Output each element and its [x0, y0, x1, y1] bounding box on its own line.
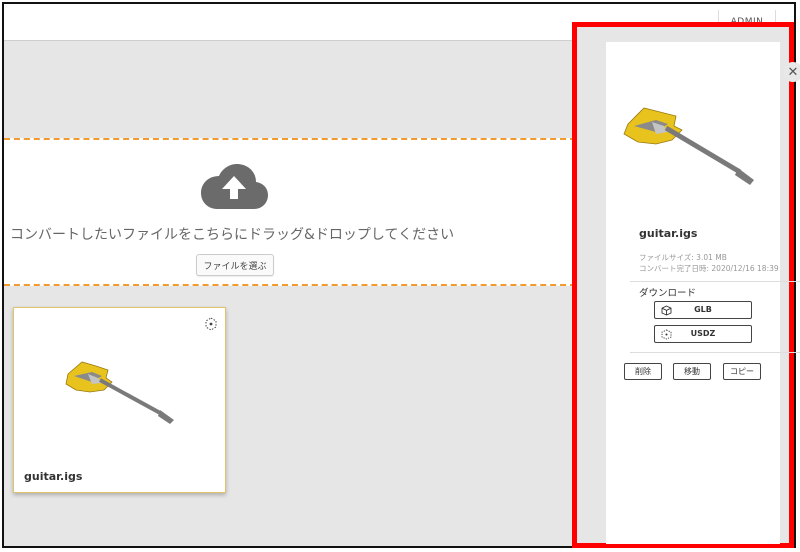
file-card[interactable]: guitar.igs — [13, 307, 226, 493]
download-usdz-label: USDZ — [690, 329, 716, 338]
download-glb-label: GLB — [694, 305, 712, 314]
detail-file-name: guitar.igs — [639, 227, 698, 240]
close-icon[interactable]: ✕ — [783, 62, 800, 82]
detail-panel-highlight: ✕ guitar.igs ファイルサイズ: 3.01 MB コンバート完了日時:… — [572, 22, 800, 548]
move-button[interactable]: 移動 — [673, 363, 711, 380]
file-drop-zone[interactable]: コンバートしたいファイルをこちらにドラッグ&ドロップしてください ファイルを選ぶ — [4, 138, 576, 286]
guitar-preview — [623, 107, 754, 185]
cloud-upload-icon — [201, 164, 268, 209]
guitar-thumbnail — [65, 361, 174, 424]
download-glb-button[interactable]: GLB — [654, 301, 752, 319]
delete-button[interactable]: 削除 — [624, 363, 662, 380]
divider — [630, 352, 800, 353]
divider — [630, 281, 800, 282]
file-size-text: ファイルサイズ: 3.01 MB — [639, 253, 727, 262]
file-card-name: guitar.igs — [24, 470, 83, 483]
converted-date-text: コンバート完了日時: 2020/12/16 18:39 — [639, 264, 779, 273]
drop-instruction: コンバートしたいファイルをこちらにドラッグ&ドロップしてください — [10, 227, 455, 243]
copy-button[interactable]: コピー — [723, 363, 761, 380]
file-detail-panel: ✕ guitar.igs ファイルサイズ: 3.01 MB コンバート完了日時:… — [606, 42, 800, 544]
download-label: ダウンロード — [639, 288, 697, 299]
download-usdz-button[interactable]: USDZ — [654, 325, 752, 343]
3d-rotate-icon[interactable] — [203, 316, 219, 332]
choose-file-button[interactable]: ファイルを選ぶ — [196, 254, 274, 276]
